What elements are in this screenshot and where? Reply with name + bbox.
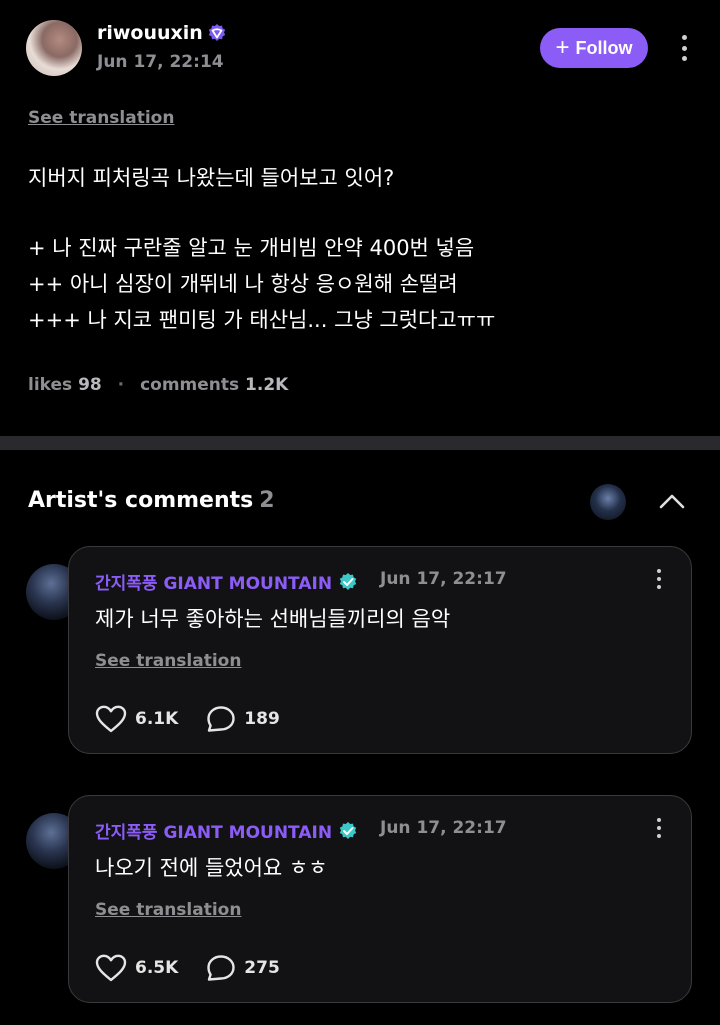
artist-avatar-small[interactable]	[590, 484, 626, 520]
verified-badge-icon	[208, 24, 226, 41]
comment-text: 나오기 전에 들었어요 ㅎㅎ	[95, 856, 328, 880]
like-button[interactable]: 6.5K	[95, 954, 178, 982]
verified-check-icon	[339, 572, 357, 590]
comment-see-translation-link[interactable]: See translation	[95, 651, 241, 671]
comment-bubble-icon	[207, 955, 235, 981]
comment-actions: 6.1K 189	[95, 705, 308, 733]
verified-check-icon	[339, 821, 357, 839]
comment-more-icon[interactable]	[656, 818, 662, 838]
follow-label: Follow	[575, 37, 633, 58]
more-options-icon[interactable]	[681, 35, 687, 61]
post-header: riwouuxin Jun 17, 22:14 + Follow	[0, 0, 720, 100]
reply-count: 275	[244, 958, 280, 978]
comment-author-name: 간지폭풍 GIANT MOUNTAIN	[95, 823, 333, 843]
artist-comments-title: Artist's comments 2	[28, 488, 275, 513]
comment-card: 간지폭풍 GIANT MOUNTAIN Jun 17, 22:17 제가 너무 …	[68, 546, 692, 754]
chevron-up-icon[interactable]	[656, 486, 688, 518]
comment-author[interactable]: 간지폭풍 GIANT MOUNTAIN	[95, 818, 358, 843]
user-avatar[interactable]	[26, 20, 82, 76]
username[interactable]: riwouuxin	[97, 22, 227, 44]
stats-separator: ·	[117, 375, 125, 395]
likes-count: 98	[78, 375, 102, 395]
post-stats: likes 98 · comments 1.2K	[28, 375, 288, 395]
like-count: 6.5K	[135, 958, 179, 978]
like-count: 6.1K	[135, 709, 179, 729]
comment-bubble-icon	[207, 706, 235, 732]
post-timestamp: Jun 17, 22:14	[97, 52, 224, 72]
post-line: +++ 나 지코 팬미팅 가 태산님... 그냥 그럿다고ㅠㅠ	[28, 308, 496, 332]
comment-card: 간지폭풍 GIANT MOUNTAIN Jun 17, 22:17 나오기 전에…	[68, 795, 692, 1003]
section-divider	[0, 436, 720, 450]
post-body: 지버지 피처링곡 나왔는데 들어보고 잇어? + 나 진짜 구란줄 알고 눈 개…	[28, 160, 688, 338]
artist-comment: 간지폭풍 GIANT MOUNTAIN Jun 17, 22:17 나오기 전에…	[0, 795, 720, 1005]
post-line: + 나 진짜 구란줄 알고 눈 개비빔 안약 400번 넣음	[28, 236, 475, 260]
post-line: 지버지 피처링곡 나왔는데 들어보고 잇어?	[28, 166, 395, 190]
reply-button[interactable]: 275	[206, 954, 280, 982]
follow-button[interactable]: + Follow	[540, 28, 648, 68]
comment-see-translation-link[interactable]: See translation	[95, 900, 241, 920]
artist-comments-count: 2	[259, 488, 275, 513]
comment-time: Jun 17, 22:17	[380, 818, 507, 838]
likes-label: likes	[28, 375, 73, 395]
comment-actions: 6.5K 275	[95, 954, 308, 982]
comment-text: 제가 너무 좋아하는 선배님들끼리의 음악	[95, 607, 451, 631]
post-line-blank	[28, 196, 688, 230]
post-line: ++ 아니 심장이 개뛰네 나 항상 응ㅇ원해 손떨려	[28, 272, 458, 296]
comment-time: Jun 17, 22:17	[380, 569, 507, 589]
heart-icon	[95, 954, 127, 982]
comments-label: comments	[140, 375, 240, 395]
comment-author[interactable]: 간지폭풍 GIANT MOUNTAIN	[95, 569, 358, 594]
like-button[interactable]: 6.1K	[95, 705, 178, 733]
comments-count: 1.2K	[245, 375, 289, 395]
artist-comments-title-text: Artist's comments	[28, 488, 254, 513]
username-text: riwouuxin	[97, 22, 203, 44]
plus-icon: +	[555, 34, 570, 61]
post-see-translation-link[interactable]: See translation	[28, 108, 174, 128]
comment-more-icon[interactable]	[656, 569, 662, 589]
artist-comment: 간지폭풍 GIANT MOUNTAIN Jun 17, 22:17 제가 너무 …	[0, 546, 720, 756]
heart-icon	[95, 705, 127, 733]
reply-count: 189	[244, 709, 280, 729]
comment-author-name: 간지폭풍 GIANT MOUNTAIN	[95, 574, 333, 594]
reply-button[interactable]: 189	[206, 705, 280, 733]
